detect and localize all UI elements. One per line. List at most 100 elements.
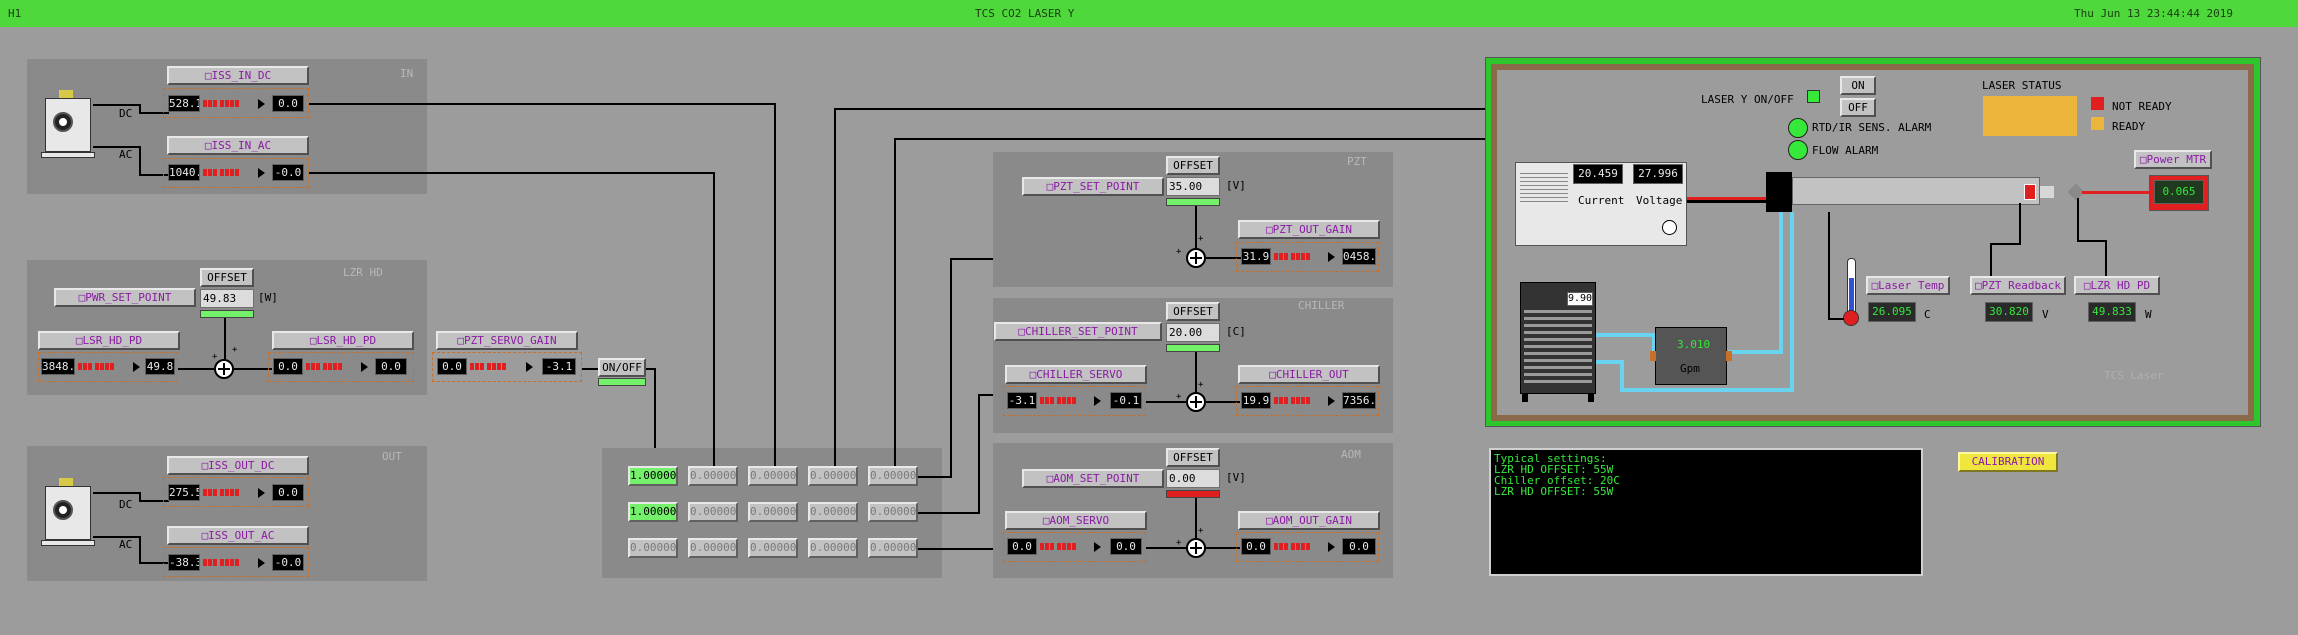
- voltage-label: Voltage: [1636, 194, 1683, 207]
- out-ac-label: AC: [119, 538, 133, 551]
- matrix-cell[interactable]: 0.00000: [688, 538, 738, 558]
- laser-on-button[interactable]: ON: [1840, 76, 1876, 95]
- chiller-offset-button[interactable]: OFFSET: [1166, 302, 1220, 321]
- chiller-offset-status-bar: [1166, 344, 1220, 352]
- lsr-hd-pd-button-1[interactable]: □LSR_HD_PD: [38, 331, 180, 350]
- matrix-cell[interactable]: 0.00000: [748, 502, 798, 522]
- power-knob-icon: [1662, 220, 1677, 235]
- pzt-readback-button[interactable]: □PZT Readback: [1970, 276, 2066, 295]
- iss-out-ac-button[interactable]: □ISS_OUT_AC: [167, 526, 309, 545]
- iss-in-dc-output: 0.0: [272, 95, 304, 112]
- in-ac-label: AC: [119, 148, 133, 161]
- matrix-cell[interactable]: 0.00000: [688, 502, 738, 522]
- flow-arrow-icon: [258, 99, 265, 109]
- aom-offset-input[interactable]: 0.00: [1166, 469, 1220, 488]
- pzt-out-gain-output: 0458.: [1342, 248, 1376, 265]
- lzr-offset-input[interactable]: 49.83: [200, 289, 254, 308]
- filter-indicator: [1274, 397, 1311, 404]
- laser-status-indicator: [1983, 96, 2077, 136]
- flow-arrow-icon: [258, 168, 265, 178]
- matrix-cell[interactable]: 0.00000: [748, 538, 798, 558]
- in-dc-label: DC: [119, 107, 133, 120]
- matrix-cell[interactable]: 1.00000: [628, 466, 678, 486]
- current-display: 20.459: [1573, 164, 1623, 184]
- filter-indicator: [203, 559, 240, 566]
- rtd-alarm-lamp-icon: [1788, 118, 1808, 138]
- filter-indicator: [203, 169, 240, 176]
- filter-indicator: [78, 363, 115, 370]
- aom-offset-status-bar: [1166, 490, 1220, 498]
- pwr-set-point-button[interactable]: □PWR_SET_POINT: [54, 288, 196, 307]
- lzr-hd-pd-button[interactable]: □LZR HD PD: [2074, 276, 2160, 295]
- filter-indicator: [1274, 253, 1311, 260]
- lzr-offset-button[interactable]: OFFSET: [200, 268, 254, 287]
- flow-arrow-icon: [526, 362, 533, 372]
- iss-in-dc-input: 528.1: [168, 95, 200, 112]
- aom-offset-unit: [V]: [1226, 471, 1246, 484]
- iss-out-dc-button[interactable]: □ISS_OUT_DC: [167, 456, 309, 475]
- filter-indicator: [1040, 543, 1077, 550]
- photodetector-icon-out: [41, 478, 95, 550]
- laser-tube-icon: [1792, 177, 2040, 205]
- laser-onoff-indicator: [1807, 90, 1820, 103]
- laser-off-button[interactable]: OFF: [1840, 98, 1876, 117]
- summing-junction-icon: [1186, 392, 1206, 412]
- iss-in-ac-button[interactable]: □ISS_IN_AC: [167, 136, 309, 155]
- matrix-cell[interactable]: 0.00000: [628, 538, 678, 558]
- lsr-hd-pd-1-input: 3848.6: [41, 358, 75, 375]
- aom-set-point-button[interactable]: □AOM_SET_POINT: [1022, 469, 1164, 488]
- aom-servo-button[interactable]: □AOM_SERVO: [1005, 511, 1147, 530]
- filter-indicator: [1040, 397, 1077, 404]
- chiller-offset-unit: [C]: [1226, 325, 1246, 338]
- matrix-cell[interactable]: 0.00000: [868, 502, 918, 522]
- photodetector-icon-in: [41, 90, 95, 162]
- flow-arrow-icon: [133, 362, 140, 372]
- flow-arrow-icon: [1094, 542, 1101, 552]
- pzt-offset-button[interactable]: OFFSET: [1166, 156, 1220, 175]
- lzr-hd-panel-title: LZR HD: [343, 266, 383, 279]
- matrix-cell[interactable]: 0.00000: [808, 538, 858, 558]
- aom-out-gain-button[interactable]: □AOM_OUT_GAIN: [1238, 511, 1380, 530]
- summing-junction-icon: [1186, 538, 1206, 558]
- chiller-set-point-button[interactable]: □CHILLER_SET_POINT: [994, 322, 1162, 341]
- lsr-hd-pd-button-2[interactable]: □LSR_HD_PD: [272, 331, 414, 350]
- pzt-servo-gain-output: -3.1: [542, 358, 576, 375]
- chiller-out-button[interactable]: □CHILLER_OUT: [1238, 365, 1380, 384]
- pzt-out-gain-button[interactable]: □PZT_OUT_GAIN: [1238, 220, 1380, 239]
- pzt-offset-input[interactable]: 35.00: [1166, 177, 1220, 196]
- iss-in-dc-button[interactable]: □ISS_IN_DC: [167, 66, 309, 85]
- pzt-set-point-button[interactable]: □PZT_SET_POINT: [1022, 177, 1164, 196]
- matrix-cell[interactable]: 0.00000: [688, 466, 738, 486]
- chiller-servo-button[interactable]: □CHILLER_SERVO: [1005, 365, 1147, 384]
- pzt-out-gain-input: 31.9: [1241, 248, 1271, 265]
- laser-temp-value: 26.095: [1868, 302, 1916, 322]
- laser-temp-button[interactable]: □Laser Temp: [1866, 276, 1950, 295]
- matrix-cell[interactable]: 0.00000: [808, 502, 858, 522]
- matrix-cell[interactable]: 1.00000: [628, 502, 678, 522]
- filter-indicator: [470, 363, 507, 370]
- chiller-offset-input[interactable]: 20.00: [1166, 323, 1220, 342]
- lzr-offset-unit: [W]: [258, 291, 278, 304]
- chiller-out-output: 7356.: [1342, 392, 1376, 409]
- iss-in-ac-output: -0.0: [272, 164, 304, 181]
- matrix-cell[interactable]: 0.00000: [868, 466, 918, 486]
- chiller-panel-title: CHILLER: [1298, 299, 1345, 312]
- header-left: H1: [8, 7, 22, 20]
- iss-out-ac-input: -38.3: [168, 554, 200, 571]
- power-mtr-button[interactable]: □Power MTR: [2134, 150, 2212, 169]
- matrix-cell[interactable]: 0.00000: [868, 538, 918, 558]
- summing-junction-icon: [214, 359, 234, 379]
- ready-label: READY: [2112, 120, 2146, 133]
- iss-out-dc-input: 275.5: [168, 484, 200, 501]
- calibration-button[interactable]: CALIBRATION: [1958, 452, 2058, 472]
- flow-arrow-icon: [258, 558, 265, 568]
- aom-offset-button[interactable]: OFFSET: [1166, 448, 1220, 467]
- laser-onoff-label: LASER Y ON/OFF: [1701, 93, 1794, 106]
- lzr-hd-pd-unit: W: [2145, 308, 2152, 321]
- matrix-cell[interactable]: 0.00000: [808, 466, 858, 486]
- matrix-cell[interactable]: 0.00000: [748, 466, 798, 486]
- pzt-servo-gain-button[interactable]: □PZT_SERVO_GAIN: [436, 331, 578, 350]
- servo-onoff-button[interactable]: ON/OFF: [598, 358, 646, 377]
- rtd-alarm-label: RTD/IR SENS. ALARM: [1812, 121, 1932, 134]
- laser-beam: [2082, 191, 2149, 194]
